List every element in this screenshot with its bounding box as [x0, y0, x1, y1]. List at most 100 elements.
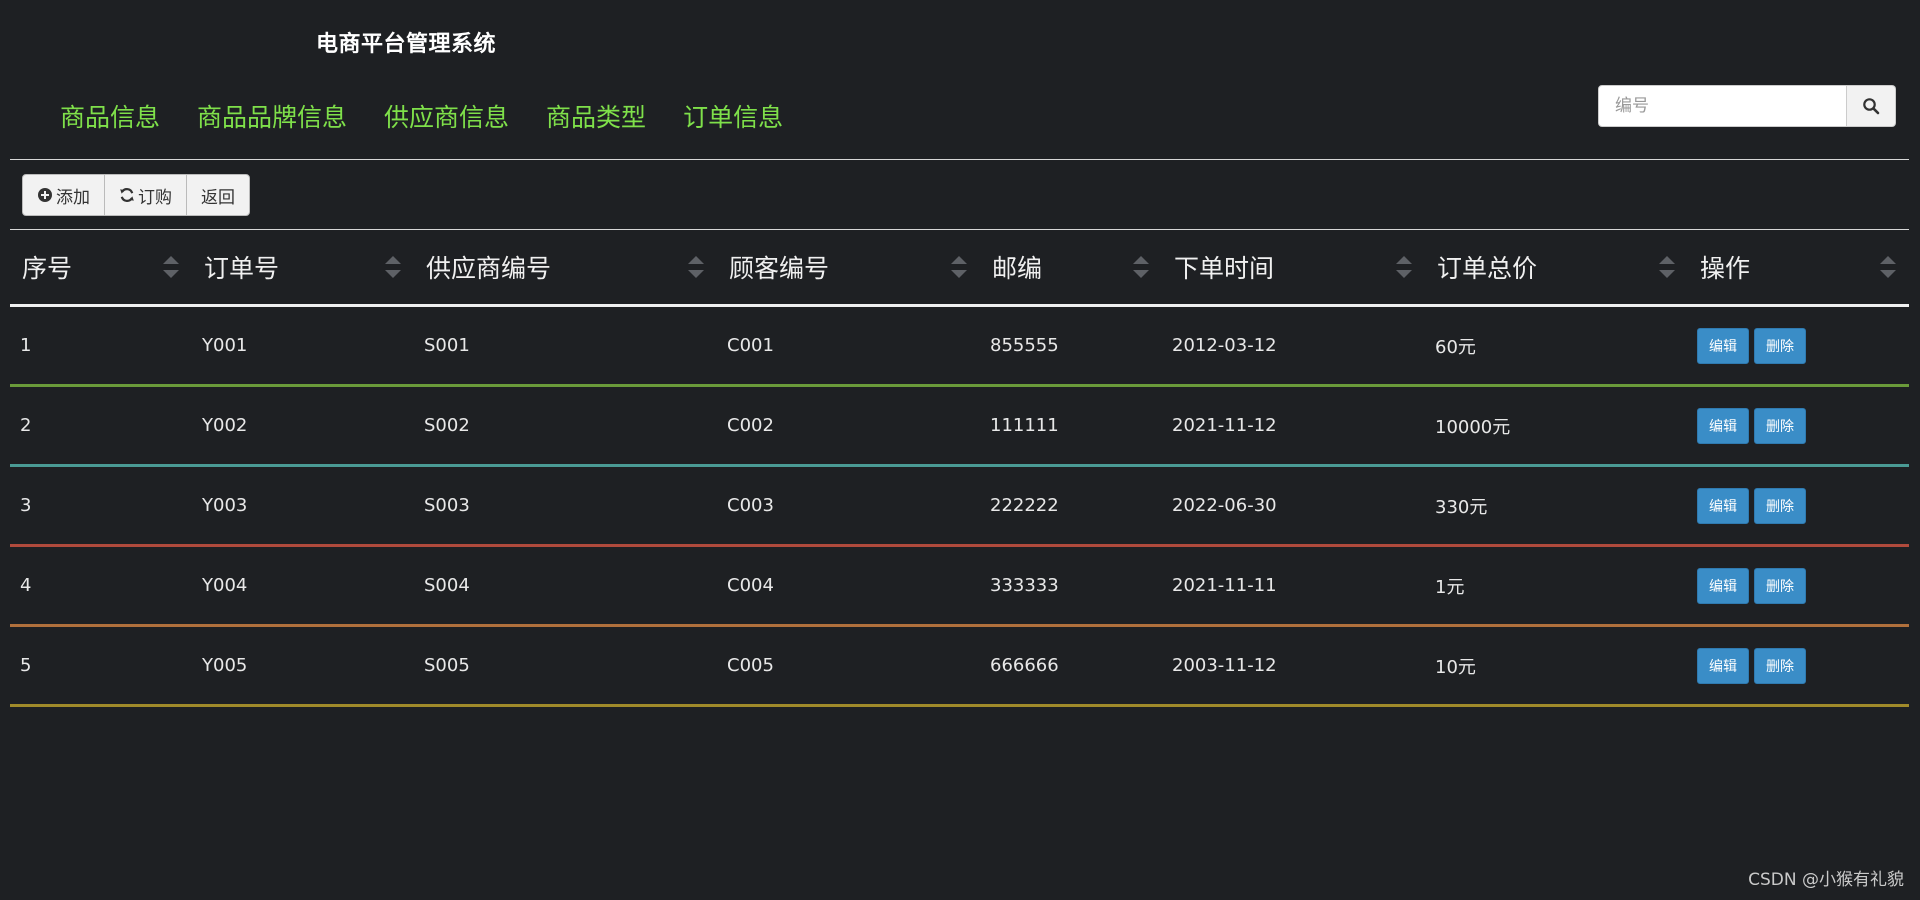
- toolbar: 添加 订购 返回: [22, 174, 250, 216]
- add-button[interactable]: 添加: [22, 174, 105, 216]
- edit-button[interactable]: 编辑: [1697, 327, 1749, 364]
- column-header-label: 订单总价: [1437, 254, 1538, 283]
- cell-order-time: 2003-11-12: [1172, 655, 1277, 676]
- column-header-customer-no[interactable]: 顾客编号: [717, 230, 980, 304]
- column-header-label: 下单时间: [1174, 254, 1275, 283]
- sort-icon: [1659, 256, 1675, 278]
- cell-order-no: Y002: [202, 415, 248, 436]
- add-button-label: 添加: [56, 187, 90, 208]
- cell-order-no: Y005: [202, 655, 248, 676]
- nav-item-brands[interactable]: 商品品牌信息: [197, 98, 347, 134]
- cell-total-price: 10元: [1435, 656, 1476, 678]
- cell-supplier-no: S003: [424, 495, 470, 516]
- column-header-label: 订单号: [204, 254, 280, 283]
- column-header-actions[interactable]: 操作: [1688, 230, 1909, 304]
- column-header-label: 序号: [22, 254, 73, 283]
- plus-circle-icon: [38, 188, 52, 202]
- header-divider: [10, 159, 1909, 160]
- cell-customer-no: C002: [727, 415, 774, 436]
- column-header-label: 操作: [1700, 254, 1751, 283]
- sort-icon: [385, 256, 401, 278]
- cell-supplier-no: S005: [424, 655, 470, 676]
- nav-item-suppliers[interactable]: 供应商信息: [384, 98, 509, 134]
- cell-total-price: 1元: [1435, 576, 1465, 598]
- nav-item-categories[interactable]: 商品类型: [546, 98, 646, 134]
- table-row: 5 Y005 S005 C005 666666 2003-11-12 10元 编…: [10, 627, 1909, 707]
- nav-item-products[interactable]: 商品信息: [60, 98, 160, 134]
- sort-icon: [163, 256, 179, 278]
- cell-postcode: 333333: [990, 575, 1059, 596]
- table-row: 3 Y003 S003 C003 222222 2022-06-30 330元 …: [10, 467, 1909, 547]
- cell-postcode: 222222: [990, 495, 1059, 516]
- cell-index: 5: [20, 655, 32, 676]
- cell-customer-no: C005: [727, 655, 774, 676]
- column-header-label: 供应商编号: [426, 254, 552, 283]
- back-button[interactable]: 返回: [186, 174, 250, 216]
- table-header: 序号 订单号 供应商编号 顾客编号 邮编 下单时间 订单总价 操作: [10, 230, 1909, 307]
- cell-postcode: 666666: [990, 655, 1059, 676]
- orders-table: 序号 订单号 供应商编号 顾客编号 邮编 下单时间 订单总价 操作 1 Y001…: [10, 230, 1909, 707]
- cell-customer-no: C001: [727, 335, 774, 356]
- column-header-label: 邮编: [992, 254, 1043, 283]
- column-header-total-price[interactable]: 订单总价: [1425, 230, 1688, 304]
- order-button[interactable]: 订购: [104, 174, 187, 216]
- cell-actions: 编辑 删除: [1688, 487, 1909, 524]
- cell-actions: 编辑 删除: [1688, 647, 1909, 684]
- edit-button[interactable]: 编辑: [1697, 647, 1749, 684]
- main-nav: 商品信息 商品品牌信息 供应商信息 商品类型 订单信息: [60, 98, 783, 134]
- cell-order-time: 2021-11-12: [1172, 415, 1277, 436]
- search-button[interactable]: [1847, 85, 1896, 127]
- cell-supplier-no: S002: [424, 415, 470, 436]
- search-input[interactable]: [1598, 85, 1847, 127]
- cell-order-no: Y003: [202, 495, 248, 516]
- cell-index: 2: [20, 415, 32, 436]
- table-row: 2 Y002 S002 C002 111111 2021-11-12 10000…: [10, 387, 1909, 467]
- cell-index: 3: [20, 495, 32, 516]
- delete-button[interactable]: 删除: [1754, 407, 1806, 444]
- cell-order-time: 2021-11-11: [1172, 575, 1277, 596]
- delete-button[interactable]: 删除: [1754, 487, 1806, 524]
- search-bar: [1598, 85, 1896, 127]
- cell-order-no: Y001: [202, 335, 248, 356]
- search-icon: [1863, 98, 1880, 115]
- cell-order-time: 2022-06-30: [1172, 495, 1277, 516]
- cell-customer-no: C004: [727, 575, 774, 596]
- column-header-order-time[interactable]: 下单时间: [1162, 230, 1425, 304]
- cell-total-price: 10000元: [1435, 416, 1511, 438]
- cell-supplier-no: S001: [424, 335, 470, 356]
- refresh-icon: [120, 188, 134, 202]
- cell-total-price: 330元: [1435, 496, 1488, 518]
- delete-button[interactable]: 删除: [1754, 327, 1806, 364]
- cell-customer-no: C003: [727, 495, 774, 516]
- watermark: CSDN @小猴有礼貌: [1748, 870, 1904, 890]
- cell-postcode: 855555: [990, 335, 1059, 356]
- edit-button[interactable]: 编辑: [1697, 407, 1749, 444]
- delete-button[interactable]: 删除: [1754, 567, 1806, 604]
- edit-button[interactable]: 编辑: [1697, 567, 1749, 604]
- table-row: 1 Y001 S001 C001 855555 2012-03-12 60元 编…: [10, 307, 1909, 387]
- app-title: 电商平台管理系统: [316, 32, 497, 57]
- back-button-label: 返回: [201, 187, 235, 208]
- cell-order-no: Y004: [202, 575, 248, 596]
- column-header-order-no[interactable]: 订单号: [192, 230, 414, 304]
- edit-button[interactable]: 编辑: [1697, 487, 1749, 524]
- cell-supplier-no: S004: [424, 575, 470, 596]
- cell-index: 4: [20, 575, 32, 596]
- sort-icon: [951, 256, 967, 278]
- table-row: 4 Y004 S004 C004 333333 2021-11-11 1元 编辑…: [10, 547, 1909, 627]
- column-header-label: 顾客编号: [729, 254, 830, 283]
- nav-item-orders[interactable]: 订单信息: [683, 98, 783, 134]
- column-header-supplier-no[interactable]: 供应商编号: [414, 230, 717, 304]
- cell-actions: 编辑 删除: [1688, 407, 1909, 444]
- column-header-index[interactable]: 序号: [10, 230, 192, 304]
- sort-icon: [688, 256, 704, 278]
- delete-button[interactable]: 删除: [1754, 647, 1806, 684]
- order-button-label: 订购: [138, 187, 172, 208]
- sort-icon: [1396, 256, 1412, 278]
- cell-index: 1: [20, 335, 32, 356]
- sort-icon: [1133, 256, 1149, 278]
- sort-icon: [1880, 256, 1896, 278]
- cell-actions: 编辑 删除: [1688, 567, 1909, 604]
- column-header-postcode[interactable]: 邮编: [980, 230, 1162, 304]
- cell-order-time: 2012-03-12: [1172, 335, 1277, 356]
